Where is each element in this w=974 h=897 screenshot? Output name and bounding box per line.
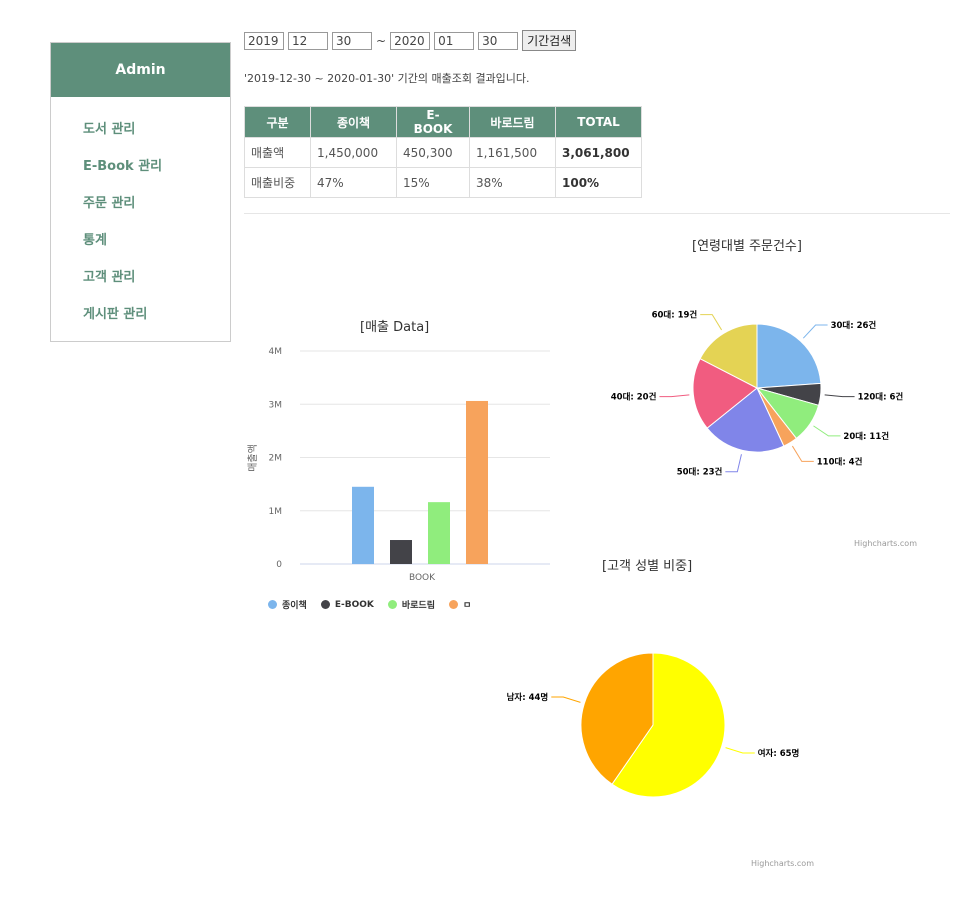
end-month-input[interactable] <box>434 31 475 50</box>
sidebar-item-stats[interactable]: 통계 <box>83 226 230 263</box>
bar-ㅁ <box>466 400 488 564</box>
section-divider <box>244 213 950 214</box>
result-summary: '2019-12-30 ~ 2020-01-30' 기간의 매출조회 결과입니다… <box>244 72 530 85</box>
sales-table: 구분 종이책 E-BOOK 바로드림 TOTAL 매출액 1,450,000 4… <box>244 106 642 198</box>
table-header: 구분 <box>244 106 311 138</box>
pie-connector <box>700 314 723 331</box>
legend-label: ㅁ <box>463 601 472 611</box>
y-tick-label: 3M <box>269 400 283 410</box>
date-search-bar: ~ 기간검색 <box>244 30 577 51</box>
table-header: E-BOOK <box>396 106 470 138</box>
pie-data-label: 30대: 26건 <box>831 320 877 331</box>
pie-data-label: 여자: 65명 <box>758 748 800 759</box>
pie-data-label: 20대: 11건 <box>843 431 889 442</box>
table-cell: 매출비중 <box>244 167 311 198</box>
start-month-input[interactable] <box>288 31 328 50</box>
pie-connector <box>791 445 814 462</box>
y-tick-label: 0 <box>276 560 282 570</box>
table-cell: 1,450,000 <box>310 137 397 168</box>
pie-connector <box>813 425 841 437</box>
legend-dot <box>387 600 397 609</box>
legend-item[interactable]: E-BOOK <box>320 599 374 610</box>
table-header: 종이책 <box>310 106 397 138</box>
gender-pie-title: [고객 성별 비중] <box>602 559 693 574</box>
pie-connector <box>659 394 690 398</box>
pie-data-label: 50대: 23건 <box>677 467 723 478</box>
legend-item[interactable]: 종이책 <box>268 598 307 611</box>
bar-chart-title: [매출 Data] <box>360 320 430 335</box>
y-axis-label: 매출액 <box>247 444 259 472</box>
x-tick-label: BOOK <box>409 573 436 583</box>
sidebar-item-board[interactable]: 게시판 관리 <box>83 300 230 337</box>
table-cell: 100% <box>555 167 642 198</box>
pie-data-label: 120대: 6건 <box>858 392 904 403</box>
table-header: 바로드림 <box>469 106 556 138</box>
bar-바로드림 <box>428 502 450 564</box>
age-pie-chart: 30대: 26건 120대: 6건 20대: 11건 110대: 4건 50대: 23건… <box>611 310 904 478</box>
start-day-input[interactable] <box>332 31 372 50</box>
pie-connector <box>725 454 742 473</box>
sidebar: Admin 도서 관리 E-Book 관리 주문 관리 통계 고객 관리 게시판… <box>50 42 231 342</box>
legend-label: 바로드림 <box>401 601 435 611</box>
legend-label: 종이책 <box>282 601 307 611</box>
end-year-input[interactable] <box>390 31 431 50</box>
legend-label: E-BOOK <box>334 599 374 610</box>
gender-pie-chart: 여자: 65명 남자: 44명 <box>507 652 800 798</box>
table-header-row: 구분 종이책 E-BOOK 바로드림 TOTAL <box>244 106 642 138</box>
table-row: 매출비중 47% 15% 38% 100% <box>244 167 642 198</box>
pie-connector <box>551 696 581 703</box>
bar-E-BOOK <box>390 540 412 564</box>
pie-connector <box>725 747 755 754</box>
sidebar-item-customers[interactable]: 고객 관리 <box>83 263 230 300</box>
y-tick-label: 1M <box>269 507 283 517</box>
start-year-input[interactable] <box>244 31 284 50</box>
sidebar-title: Admin <box>51 43 230 97</box>
sidebar-item-books[interactable]: 도서 관리 <box>83 115 230 152</box>
sales-bar-chart: 0 1M 2M 3M 4M 매출액 BOOK <box>247 347 550 583</box>
sidebar-menu: 도서 관리 E-Book 관리 주문 관리 통계 고객 관리 게시판 관리 <box>51 97 230 337</box>
sidebar-item-ebook[interactable]: E-Book 관리 <box>83 152 230 189</box>
pie-connector <box>802 324 828 339</box>
date-separator: ~ <box>376 33 387 48</box>
period-search-button[interactable]: 기간검색 <box>522 30 577 51</box>
pie-data-label: 110대: 4건 <box>817 456 863 467</box>
table-cell: 450,300 <box>396 137 470 168</box>
y-tick-label: 2M <box>269 454 283 464</box>
pie-connector <box>824 394 855 398</box>
pie-data-label: 60대: 19건 <box>652 310 698 321</box>
table-cell: 47% <box>310 167 397 198</box>
highcharts-credit[interactable]: Highcharts.com <box>751 859 814 868</box>
table-header: TOTAL <box>555 106 642 138</box>
age-pie-title: [연령대별 주문건수] <box>692 239 802 254</box>
legend-dot <box>449 600 458 609</box>
y-tick-label: 4M <box>269 347 283 357</box>
table-cell: 매출액 <box>244 137 311 168</box>
legend-item[interactable]: ㅁ <box>449 598 471 611</box>
highcharts-credit[interactable]: Highcharts.com <box>854 539 917 548</box>
bar-종이책 <box>352 486 374 564</box>
table-cell: 38% <box>469 167 556 198</box>
legend-item[interactable]: 바로드림 <box>387 598 435 611</box>
bar-chart-legend: 종이책 E-BOOK 바로드림 ㅁ <box>268 598 471 611</box>
pie-data-label: 40대: 20건 <box>611 392 657 403</box>
end-day-input[interactable] <box>478 31 519 50</box>
pie-data-label: 남자: 44명 <box>507 692 549 703</box>
table-cell: 15% <box>396 167 470 198</box>
table-row: 매출액 1,450,000 450,300 1,161,500 3,061,80… <box>244 137 642 168</box>
legend-dot <box>268 600 277 609</box>
table-cell: 1,161,500 <box>469 137 556 168</box>
sidebar-item-orders[interactable]: 주문 관리 <box>83 189 230 226</box>
legend-dot <box>320 600 330 609</box>
pie-slice <box>756 323 822 389</box>
table-cell: 3,061,800 <box>555 137 642 168</box>
